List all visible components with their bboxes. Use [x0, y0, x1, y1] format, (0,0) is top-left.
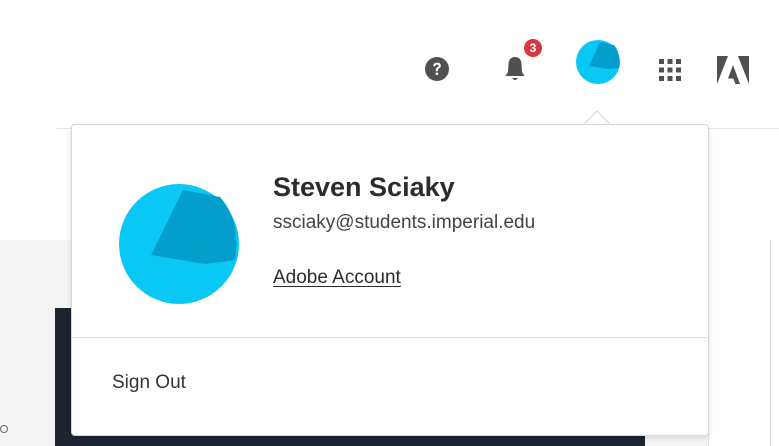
menu-divider — [72, 337, 708, 338]
adobe-account-link[interactable]: Adobe Account — [273, 267, 401, 289]
side-panel — [708, 240, 779, 446]
apps-grid-icon[interactable] — [658, 58, 682, 82]
cursor-ring-icon — [0, 425, 8, 433]
help-icon[interactable] — [424, 56, 450, 82]
account-menu: Steven Sciaky ssciaky@students.imperial.… — [71, 124, 709, 436]
avatar[interactable] — [575, 39, 621, 85]
adobe-logo[interactable] — [717, 56, 749, 84]
user-email: ssciaky@students.imperial.edu — [273, 212, 536, 233]
user-name: Steven Sciaky — [273, 172, 455, 202]
profile-avatar — [119, 184, 239, 304]
sign-out-button[interactable]: Sign Out — [112, 372, 186, 394]
notification-badge: 3 — [522, 37, 544, 59]
scroll-edge — [770, 240, 771, 446]
